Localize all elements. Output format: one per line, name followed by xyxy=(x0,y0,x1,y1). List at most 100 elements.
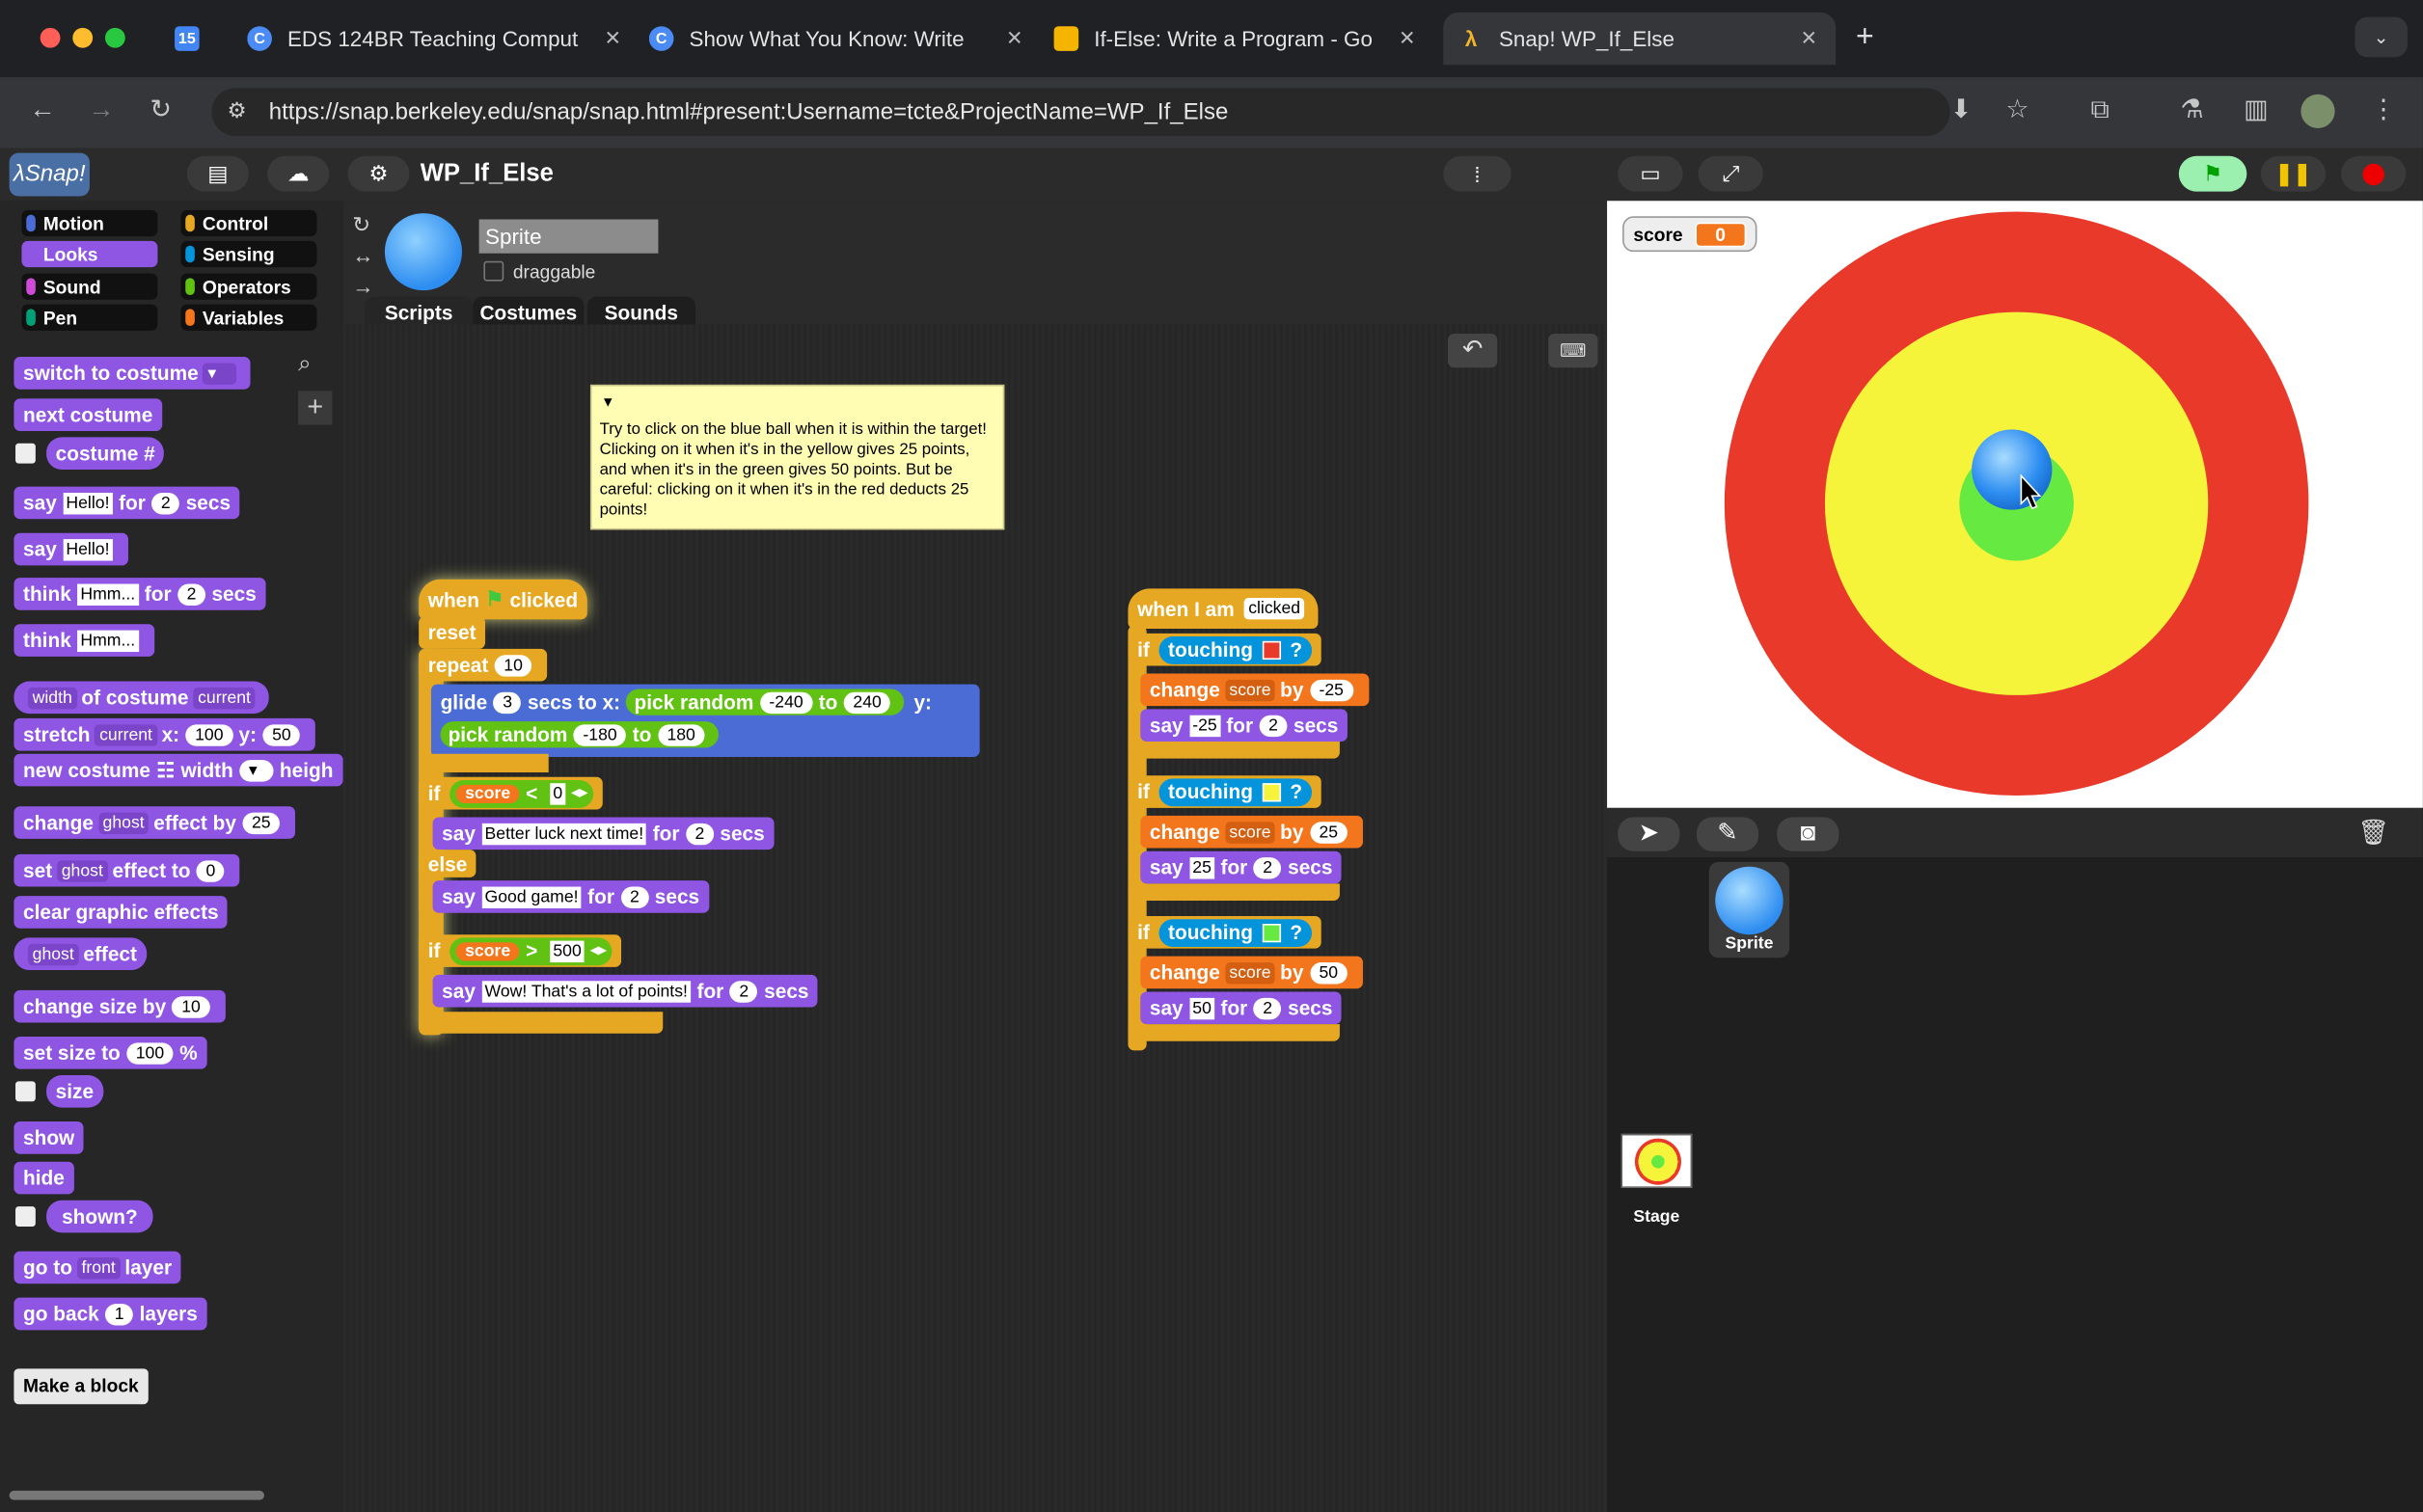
think-text-input[interactable]: Hmm... xyxy=(77,629,139,652)
block-change-effect[interactable]: change ghost effect by 25 xyxy=(14,806,296,839)
undo-icon[interactable]: ↶ xyxy=(1448,334,1498,368)
random-low-input[interactable]: -240 xyxy=(759,690,813,714)
green-flag-button[interactable]: ⚑ xyxy=(2178,155,2247,192)
tab-search-icon[interactable]: ⌄ xyxy=(2355,16,2408,58)
say-text-input[interactable]: Hello! xyxy=(63,538,113,560)
add-block-icon[interactable]: + xyxy=(298,391,333,425)
back-icon[interactable]: ← xyxy=(29,94,55,125)
site-info-icon[interactable]: ⚙ xyxy=(227,97,246,123)
block-clear-graphic-effects[interactable]: clear graphic effects xyxy=(14,896,229,929)
category-variables[interactable]: Variables xyxy=(180,304,317,331)
block-say-for-secs[interactable]: say Hello! for 2 secs xyxy=(14,486,240,520)
random-high-input[interactable]: 180 xyxy=(657,723,705,745)
reload-icon[interactable]: ↻ xyxy=(150,94,172,125)
say-text-input[interactable]: 50 xyxy=(1189,997,1215,1019)
tab-close-icon[interactable]: ✕ xyxy=(1800,26,1816,51)
block-if[interactable]: if touching? xyxy=(1128,775,1321,808)
block-if[interactable]: if touching? xyxy=(1128,633,1321,666)
camera-sprite-button[interactable]: ◙ xyxy=(1777,817,1839,851)
block-go-to-layer[interactable]: go to front layer xyxy=(14,1251,181,1284)
paint-new-sprite-button[interactable]: ✎ xyxy=(1696,817,1759,851)
category-sound[interactable]: Sound xyxy=(21,273,158,300)
color-swatch[interactable] xyxy=(1262,782,1281,801)
category-operators[interactable]: Operators xyxy=(180,273,317,300)
tab-show-what-you-know[interactable]: C Show What You Know: Write ✕ xyxy=(648,13,1032,65)
tab-calendar[interactable]: 15 xyxy=(175,13,221,65)
pause-button[interactable]: ❚❚ xyxy=(2260,155,2327,192)
block-when-flag-clicked[interactable]: when ⚑ clicked xyxy=(419,579,587,620)
sprite-name-input[interactable]: Sprite xyxy=(478,219,659,254)
cloud-menu-button[interactable]: ☁ xyxy=(267,155,330,192)
block-say-for-secs[interactable]: say 25 for 2 secs xyxy=(1140,850,1343,884)
minimize-window-button[interactable] xyxy=(72,27,94,48)
say-text-input[interactable]: Hello! xyxy=(63,492,113,514)
say-text-input[interactable]: 25 xyxy=(1189,856,1215,878)
block-next-costume[interactable]: next costume xyxy=(14,398,162,431)
block-change-variable[interactable]: change score by 50 xyxy=(1140,956,1363,989)
turtle-sprite-button[interactable]: ➤ xyxy=(1618,817,1680,851)
secs-input[interactable]: 2 xyxy=(177,582,206,606)
costume-num-checkbox[interactable] xyxy=(15,443,36,464)
stepping-button[interactable]: ⁞ xyxy=(1443,155,1511,192)
block-say-for-secs[interactable]: say Good game! for 2 secs xyxy=(432,880,709,913)
settings-button[interactable]: ⚙ xyxy=(347,155,410,192)
stage-corral-icon[interactable] xyxy=(1620,1133,1693,1188)
block-if[interactable]: if touching? xyxy=(1128,915,1321,949)
secs-input[interactable]: 2 xyxy=(1253,997,1282,1019)
pick-random-x-reporter[interactable]: pick random -240 to 240 xyxy=(626,688,905,716)
layer-dropdown[interactable]: front xyxy=(76,1256,121,1279)
block-say-for-secs[interactable]: say 50 for 2 secs xyxy=(1140,991,1343,1025)
tab-scripts[interactable]: Scripts xyxy=(365,296,474,328)
category-control[interactable]: Control xyxy=(180,209,317,237)
say-text-input[interactable]: Better luck next time! xyxy=(481,823,647,845)
less-than-reporter[interactable]: score <0 ◂▸ xyxy=(449,779,594,808)
category-pen[interactable]: Pen xyxy=(21,304,158,331)
color-swatch[interactable] xyxy=(1262,923,1281,942)
color-swatch[interactable] xyxy=(1262,640,1281,660)
file-menu-button[interactable]: ▤ xyxy=(186,155,249,192)
zoom-window-button[interactable] xyxy=(104,27,125,48)
new-tab-icon[interactable]: + xyxy=(1856,20,1874,56)
tab-snap[interactable]: λ Snap! WP_If_Else ✕ xyxy=(1443,12,1837,66)
category-sensing[interactable]: Sensing xyxy=(180,240,317,268)
pick-random-y-reporter[interactable]: pick random -180 to 180 xyxy=(440,721,719,748)
event-dropdown[interactable]: clicked xyxy=(1243,597,1305,620)
block-attribute-of-costume[interactable]: width of costume current xyxy=(14,681,270,715)
make-a-block-button[interactable]: Make a block xyxy=(14,1368,149,1405)
labs-flask-icon[interactable]: ⚗ xyxy=(2180,94,2203,125)
variable-dropdown[interactable]: score xyxy=(1224,679,1276,701)
width-input[interactable]: ▾ xyxy=(239,759,274,781)
secs-input[interactable]: 2 xyxy=(151,492,180,514)
random-high-input[interactable]: 240 xyxy=(843,690,891,714)
profile-avatar[interactable] xyxy=(2300,94,2335,128)
close-window-button[interactable] xyxy=(40,27,61,48)
effect-dropdown[interactable]: ghost xyxy=(27,943,79,965)
search-icon[interactable]: ⌕ xyxy=(298,351,332,382)
score-variable[interactable]: score xyxy=(455,941,520,960)
category-looks[interactable]: Looks xyxy=(21,240,158,268)
size-input[interactable]: 10 xyxy=(172,995,210,1017)
random-low-input[interactable]: -180 xyxy=(573,723,627,745)
block-switch-to-costume[interactable]: switch to costume ▾ xyxy=(14,357,252,390)
effect-dropdown[interactable]: ghost xyxy=(97,811,150,834)
tab-eds124br[interactable]: C EDS 124BR Teaching Comput ✕ xyxy=(247,13,630,65)
stage[interactable]: score 0 xyxy=(1607,201,2423,808)
tab-close-icon[interactable]: ✕ xyxy=(1006,26,1022,51)
tab-costumes[interactable]: Costumes xyxy=(473,296,585,328)
secs-input[interactable]: 2 xyxy=(685,823,714,845)
arrows-icon[interactable]: ◂▸ xyxy=(590,942,606,959)
snap-logo[interactable]: λSnap! xyxy=(9,152,90,197)
variable-dropdown[interactable]: score xyxy=(1224,821,1276,843)
secs-input[interactable]: 2 xyxy=(1259,714,1288,737)
touching-color-reporter[interactable]: touching? xyxy=(1158,777,1312,806)
block-say-for-secs[interactable]: say Better luck next time! for 2 secs xyxy=(432,817,775,850)
score-variable[interactable]: score xyxy=(455,784,520,803)
url-text[interactable]: https://snap.berkeley.edu/snap/snap.html… xyxy=(269,99,1229,125)
costume-dropdown[interactable]: current xyxy=(193,687,256,709)
compare-value-input[interactable]: 0 xyxy=(550,782,566,804)
layers-input[interactable]: 1 xyxy=(105,1303,134,1325)
tab-sounds[interactable]: Sounds xyxy=(586,296,695,328)
block-reset[interactable]: reset xyxy=(419,616,486,649)
touching-color-reporter[interactable]: touching? xyxy=(1158,635,1312,664)
block-change-variable[interactable]: change score by 25 xyxy=(1140,815,1363,849)
